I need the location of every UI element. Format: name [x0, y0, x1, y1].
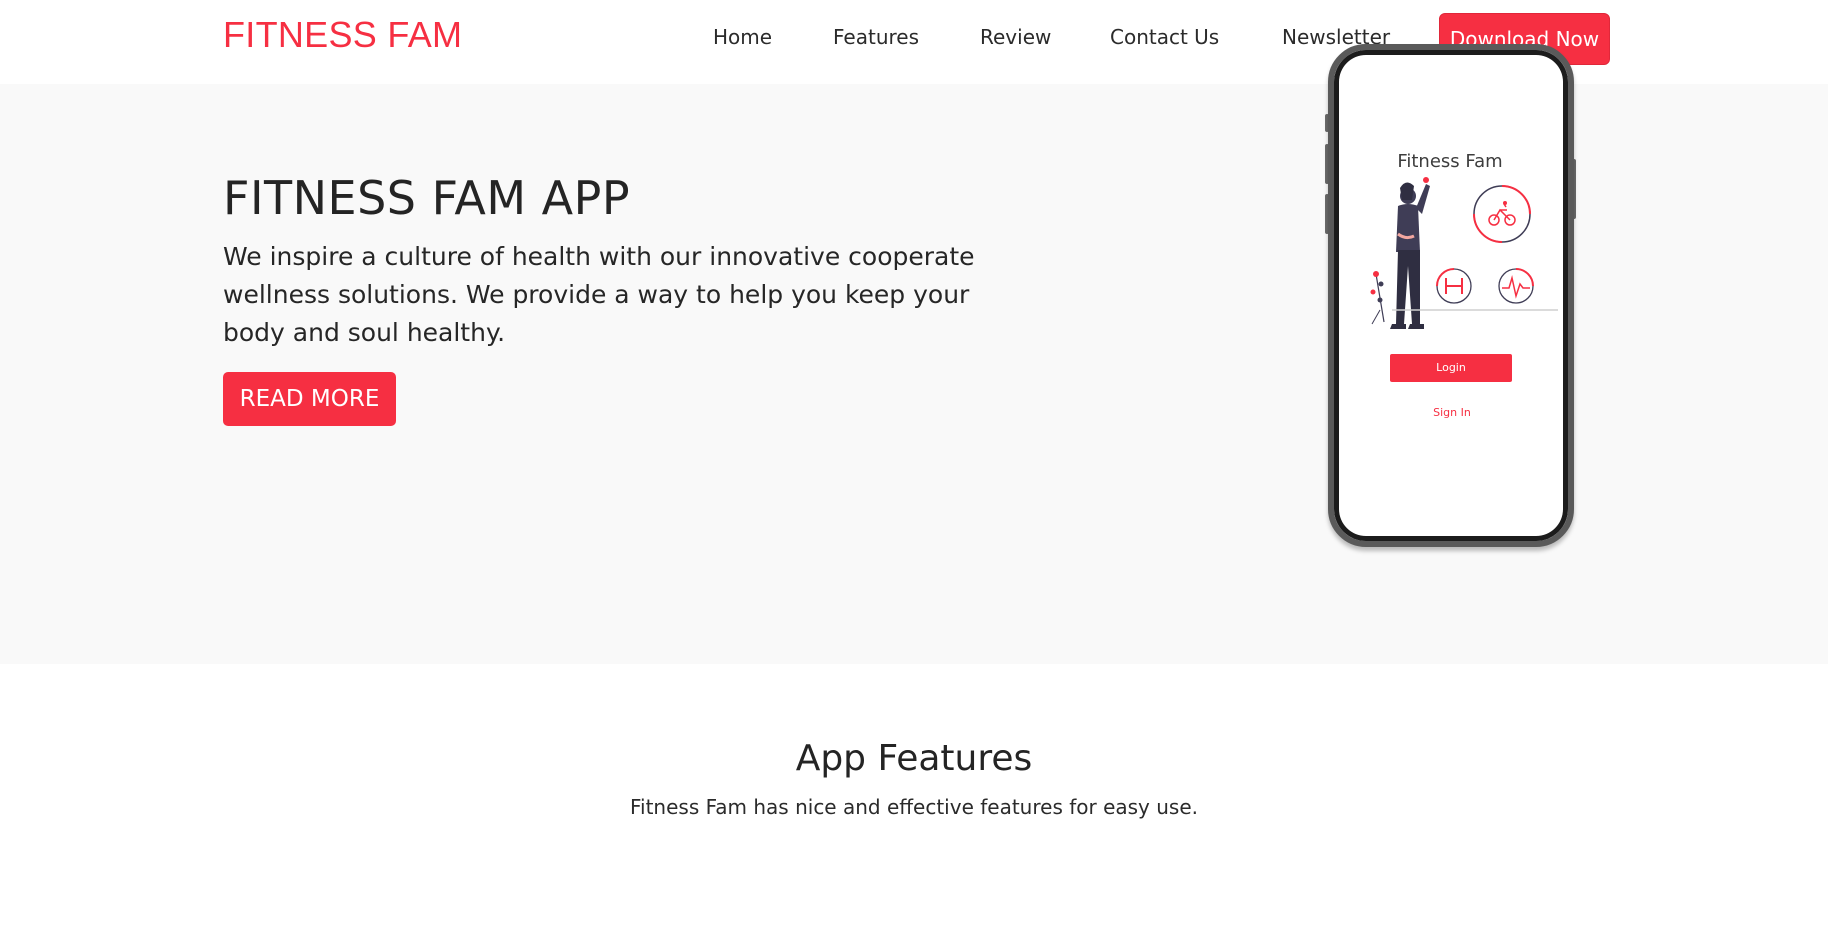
dumbbell-icon — [1436, 268, 1472, 304]
phone-mockup: Fitness Fam Login Sign In — [1320, 44, 1580, 554]
read-more-button[interactable]: READ MORE — [223, 372, 396, 426]
phone-screen-title: Fitness Fam — [1397, 151, 1503, 172]
brand-logo[interactable]: FITNESS FAM — [223, 14, 462, 56]
nav-item-contact-us[interactable]: Contact Us — [1110, 25, 1219, 49]
features-subtitle: Fitness Fam has nice and effective featu… — [629, 795, 1199, 819]
nav-item-home[interactable]: Home — [713, 25, 772, 49]
hero-description: We inspire a culture of health with our … — [223, 242, 975, 347]
heartbeat-icon — [1498, 268, 1534, 304]
phone-signin-link: Sign In — [1433, 406, 1471, 419]
hero-section: FITNESS FAM APP We inspire a culture of … — [0, 44, 1828, 664]
features-title: App Features — [795, 738, 1033, 779]
phone-login-button: Login — [1390, 354, 1512, 382]
hero-title: FITNESS FAM APP — [223, 171, 631, 225]
woman-figure — [1390, 177, 1430, 329]
fitness-illustration — [1370, 177, 1558, 329]
nav-item-review[interactable]: Review — [980, 25, 1051, 49]
plant-icon — [1370, 271, 1385, 325]
bicycle-icon — [1473, 185, 1531, 243]
nav-item-features[interactable]: Features — [833, 25, 919, 49]
